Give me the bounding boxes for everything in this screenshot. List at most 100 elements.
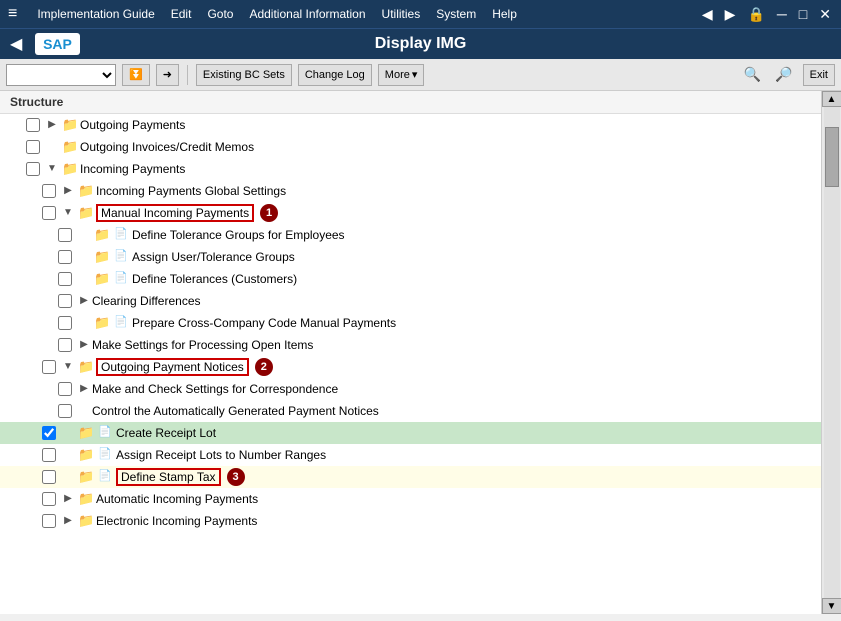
more-btn[interactable]: More ▾: [378, 64, 425, 86]
menu-edit[interactable]: Edit: [171, 7, 192, 21]
tree-panel: Structure ▶📁Outgoing Payments📁Outgoing I…: [0, 91, 821, 614]
checkbox-control-automatically[interactable]: [58, 404, 72, 418]
checkbox-clearing-differences[interactable]: [58, 294, 72, 308]
expand-icon-assign-user-tolerance[interactable]: [76, 249, 92, 265]
tree-row-electronic-incoming-payments[interactable]: ▶📁Electronic Incoming Payments: [0, 510, 821, 532]
menu-system[interactable]: System: [436, 7, 476, 21]
menu-goto[interactable]: Goto: [207, 7, 233, 21]
tree-row-create-receipt-lot[interactable]: 📁📄Create Receipt Lot: [0, 422, 821, 444]
expand-icon-incoming-payments-global[interactable]: ▶: [60, 183, 76, 199]
expand-icon-create-receipt-lot[interactable]: [60, 425, 76, 441]
down-arrows-btn[interactable]: ⏬: [122, 64, 150, 86]
window-title: Display IMG: [375, 35, 467, 52]
tree-row-define-tolerance-groups[interactable]: 📁📄Define Tolerance Groups for Employees: [0, 224, 821, 246]
tree-row-define-stamp-tax[interactable]: 📁📄Define Stamp Tax3: [0, 466, 821, 488]
close-btn[interactable]: ✕: [817, 6, 833, 23]
expand-icon-electronic-incoming-payments[interactable]: ▶: [60, 513, 76, 529]
tree-row-incoming-payments-global[interactable]: ▶📁Incoming Payments Global Settings: [0, 180, 821, 202]
checkbox-outgoing-payments[interactable]: [26, 118, 40, 132]
hamburger-menu[interactable]: ≡: [8, 5, 17, 23]
scrollbar-thumb[interactable]: [825, 127, 839, 187]
checkbox-prepare-cross-company[interactable]: [58, 316, 72, 330]
tree-label-define-tolerance-groups: Define Tolerance Groups for Employees: [132, 228, 345, 242]
tree-row-clearing-differences[interactable]: ▶Clearing Differences: [0, 290, 821, 312]
scrollbar[interactable]: ▲ ▼: [821, 91, 841, 614]
tree-row-control-automatically[interactable]: Control the Automatically Generated Paym…: [0, 400, 821, 422]
checkbox-assign-user-tolerance[interactable]: [58, 250, 72, 264]
scrollbar-track[interactable]: [824, 107, 840, 598]
exit-btn[interactable]: Exit: [803, 64, 835, 86]
change-log-btn[interactable]: Change Log: [298, 64, 372, 86]
expand-icon-clearing-differences[interactable]: ▶: [76, 293, 92, 309]
expand-icon-define-stamp-tax[interactable]: [60, 469, 76, 485]
expand-icon-outgoing-payments[interactable]: ▶: [44, 117, 60, 133]
checkbox-automatic-incoming-payments[interactable]: [42, 492, 56, 506]
menu-utilities[interactable]: Utilities: [382, 7, 421, 21]
checkbox-incoming-payments[interactable]: [26, 162, 40, 176]
expand-icon-control-automatically[interactable]: [76, 403, 92, 419]
checkbox-define-tolerance-groups[interactable]: [58, 228, 72, 242]
tree-row-incoming-payments[interactable]: ▼📁Incoming Payments: [0, 158, 821, 180]
expand-icon-outgoing-invoices[interactable]: [44, 139, 60, 155]
scroll-up-arrow[interactable]: ▲: [822, 91, 841, 107]
expand-icon-outgoing-payment-notices[interactable]: ▼: [60, 359, 76, 375]
minimize-btn[interactable]: ─: [775, 6, 789, 22]
checkbox-assign-receipt-lots[interactable]: [42, 448, 56, 462]
titlebar: ◀ SAP Display IMG: [0, 28, 841, 59]
folder-icon-outgoing-payment-notices: 📁: [78, 359, 94, 375]
nav-forward-btn[interactable]: ▶: [723, 6, 738, 23]
expand-icon-manual-incoming-payments[interactable]: ▼: [60, 205, 76, 221]
tree-row-make-check-correspondence[interactable]: ▶Make and Check Settings for Corresponde…: [0, 378, 821, 400]
main-content: Structure ▶📁Outgoing Payments📁Outgoing I…: [0, 91, 841, 614]
lock-icon[interactable]: 🔒: [745, 6, 766, 23]
checkbox-outgoing-payment-notices[interactable]: [42, 360, 56, 374]
search-plus-btn[interactable]: 🔎: [771, 64, 796, 85]
expand-icon-define-tolerances-customers[interactable]: [76, 271, 92, 287]
expand-icon-define-tolerance-groups[interactable]: [76, 227, 92, 243]
folder-icon-outgoing-payments: 📁: [62, 117, 78, 133]
doc-icon-prepare-cross-company: 📄: [114, 315, 130, 331]
arrow-right-btn[interactable]: ➜: [156, 64, 179, 86]
expand-icon-incoming-payments[interactable]: ▼: [44, 161, 60, 177]
checkbox-create-receipt-lot[interactable]: [42, 426, 56, 440]
back-button[interactable]: ◀: [10, 34, 22, 54]
checkbox-incoming-payments-global[interactable]: [42, 184, 56, 198]
checkbox-make-check-correspondence[interactable]: [58, 382, 72, 396]
tree-label-outgoing-payments: Outgoing Payments: [80, 118, 185, 132]
checkbox-make-settings-processing[interactable]: [58, 338, 72, 352]
maximize-btn[interactable]: □: [797, 6, 809, 22]
tree-row-assign-user-tolerance[interactable]: 📁📄Assign User/Tolerance Groups: [0, 246, 821, 268]
checkbox-electronic-incoming-payments[interactable]: [42, 514, 56, 528]
tree-row-manual-incoming-payments[interactable]: ▼📁Manual Incoming Payments1: [0, 202, 821, 224]
menu-help[interactable]: Help: [492, 7, 517, 21]
doc-icon-assign-receipt-lots: 📄: [98, 447, 114, 463]
tree-row-prepare-cross-company[interactable]: 📁📄Prepare Cross-Company Code Manual Paym…: [0, 312, 821, 334]
tree-row-outgoing-invoices[interactable]: 📁Outgoing Invoices/Credit Memos: [0, 136, 821, 158]
menu-implementation-guide[interactable]: Implementation Guide: [37, 7, 154, 21]
nav-back-btn[interactable]: ◀: [700, 6, 715, 23]
tree-label-incoming-payments: Incoming Payments: [80, 162, 185, 176]
tree-row-automatic-incoming-payments[interactable]: ▶📁Automatic Incoming Payments: [0, 488, 821, 510]
tree-row-outgoing-payments[interactable]: ▶📁Outgoing Payments: [0, 114, 821, 136]
checkbox-outgoing-invoices[interactable]: [26, 140, 40, 154]
expand-icon-make-check-correspondence[interactable]: ▶: [76, 381, 92, 397]
doc-icon-assign-user-tolerance: 📄: [114, 249, 130, 265]
tree-row-define-tolerances-customers[interactable]: 📁📄Define Tolerances (Customers): [0, 268, 821, 290]
tree-row-assign-receipt-lots[interactable]: 📁📄Assign Receipt Lots to Number Ranges: [0, 444, 821, 466]
existing-bc-sets-btn[interactable]: Existing BC Sets: [196, 64, 292, 86]
tree-row-outgoing-payment-notices[interactable]: ▼📁Outgoing Payment Notices2: [0, 356, 821, 378]
tree-row-make-settings-processing[interactable]: ▶Make Settings for Processing Open Items: [0, 334, 821, 356]
expand-icon-make-settings-processing[interactable]: ▶: [76, 337, 92, 353]
folder-icon-assign-user-tolerance: 📁: [94, 249, 110, 265]
checkbox-manual-incoming-payments[interactable]: [42, 206, 56, 220]
more-label: More: [385, 69, 410, 81]
checkbox-define-stamp-tax[interactable]: [42, 470, 56, 484]
expand-icon-automatic-incoming-payments[interactable]: ▶: [60, 491, 76, 507]
scroll-down-arrow[interactable]: ▼: [822, 598, 841, 614]
expand-icon-prepare-cross-company[interactable]: [76, 315, 92, 331]
menu-additional-information[interactable]: Additional Information: [249, 7, 365, 21]
toolbar-dropdown[interactable]: [6, 64, 116, 86]
expand-icon-assign-receipt-lots[interactable]: [60, 447, 76, 463]
search-btn[interactable]: 🔍: [740, 64, 765, 85]
checkbox-define-tolerances-customers[interactable]: [58, 272, 72, 286]
